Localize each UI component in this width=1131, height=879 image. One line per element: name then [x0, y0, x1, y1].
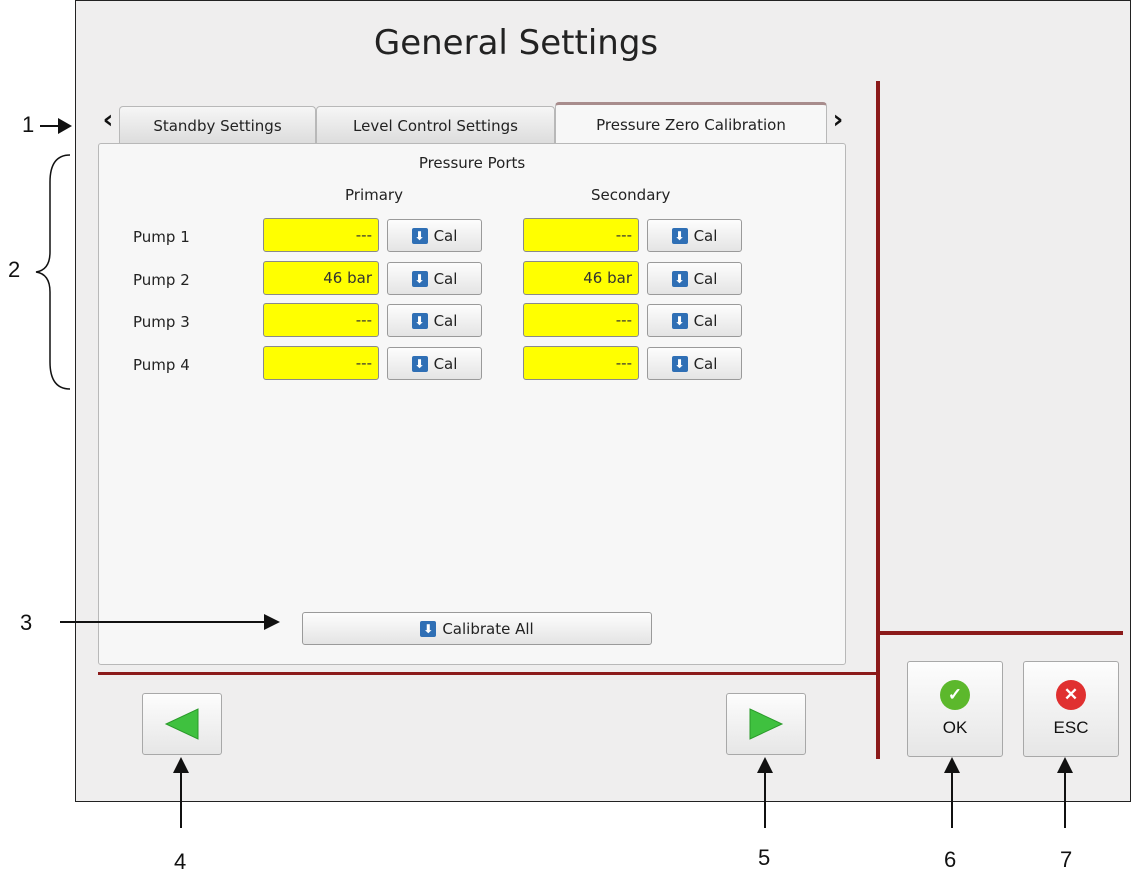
- vertical-divider: [876, 81, 880, 759]
- page-title: General Settings: [373, 23, 659, 63]
- download-icon: ⬇: [671, 312, 688, 329]
- callout-7-arrow-line: [1064, 770, 1066, 828]
- pump-3-primary-field[interactable]: ---: [263, 303, 379, 337]
- download-icon: ⬇: [411, 312, 428, 329]
- pump-1-label: Pump 1: [133, 228, 190, 246]
- tab-label: Standby Settings: [153, 116, 282, 135]
- callout-3-arrow-line: [60, 621, 265, 623]
- download-icon: ⬇: [411, 270, 428, 287]
- tab-level-control-settings[interactable]: Level Control Settings: [316, 106, 555, 144]
- tab-standby-settings[interactable]: Standby Settings: [119, 106, 316, 144]
- pump-2-primary-field[interactable]: 46 bar: [263, 261, 379, 295]
- pump-1-secondary-cal-button[interactable]: ⬇ Cal: [647, 219, 742, 252]
- cal-label: Cal: [693, 226, 718, 245]
- esc-button[interactable]: ✕ ESC: [1023, 661, 1119, 757]
- callout-6-arrow-line: [951, 770, 953, 828]
- download-icon: ⬇: [411, 227, 428, 244]
- secondary-column-header: Secondary: [591, 186, 671, 204]
- download-icon: ⬇: [671, 270, 688, 287]
- next-button[interactable]: [726, 693, 806, 755]
- cal-label: Cal: [693, 269, 718, 288]
- callout-7: 7: [1060, 847, 1073, 872]
- download-icon: ⬇: [420, 620, 437, 637]
- pump-2-secondary-field[interactable]: 46 bar: [523, 261, 639, 295]
- callout-1-arrowhead-icon: [58, 118, 72, 134]
- calibrate-all-button[interactable]: ⬇ Calibrate All: [302, 612, 652, 645]
- download-icon: ⬇: [411, 355, 428, 372]
- pump-1-secondary-field[interactable]: ---: [523, 218, 639, 252]
- arrow-right-icon: [749, 708, 784, 740]
- cal-label: Cal: [693, 354, 718, 373]
- pressure-zero-calibration-panel: Pressure Ports Primary Secondary Pump 1 …: [98, 143, 846, 665]
- pump-4-primary-cal-button[interactable]: ⬇ Cal: [387, 347, 482, 380]
- callout-4-arrow-line: [180, 770, 182, 828]
- checkmark-icon: ✓: [940, 680, 970, 710]
- cal-label: Cal: [433, 354, 458, 373]
- arrow-left-icon: [164, 708, 199, 740]
- right-panel-divider: [880, 631, 1123, 635]
- callout-5-arrow-line: [764, 770, 766, 828]
- callout-6: 6: [944, 847, 957, 872]
- pump-2-label: Pump 2: [133, 271, 190, 289]
- pump-4-secondary-field[interactable]: ---: [523, 346, 639, 380]
- tab-scroll-right-icon[interactable]: ›: [826, 105, 850, 135]
- tab-pressure-zero-calibration[interactable]: Pressure Zero Calibration: [555, 102, 827, 144]
- pump-4-secondary-cal-button[interactable]: ⬇ Cal: [647, 347, 742, 380]
- pump-4-primary-field[interactable]: ---: [263, 346, 379, 380]
- calibrate-all-label: Calibrate All: [442, 619, 534, 638]
- ok-label: OK: [942, 718, 968, 737]
- callout-4-arrowhead-icon: [173, 757, 189, 773]
- tab-label: Pressure Zero Calibration: [596, 115, 786, 134]
- cal-label: Cal: [433, 226, 458, 245]
- primary-column-header: Primary: [345, 186, 403, 204]
- callout-5: 5: [758, 845, 771, 870]
- bottom-divider: [98, 672, 878, 675]
- pump-3-secondary-field[interactable]: ---: [523, 303, 639, 337]
- esc-label: ESC: [1053, 718, 1089, 737]
- pump-1-primary-cal-button[interactable]: ⬇ Cal: [387, 219, 482, 252]
- ok-button[interactable]: ✓ OK: [907, 661, 1003, 757]
- pump-2-primary-cal-button[interactable]: ⬇ Cal: [387, 262, 482, 295]
- pump-4-label: Pump 4: [133, 356, 190, 374]
- previous-button[interactable]: [142, 693, 222, 755]
- pump-3-label: Pump 3: [133, 313, 190, 331]
- pump-3-secondary-cal-button[interactable]: ⬇ Cal: [647, 304, 742, 337]
- callout-6-arrowhead-icon: [944, 757, 960, 773]
- pump-2-secondary-cal-button[interactable]: ⬇ Cal: [647, 262, 742, 295]
- callout-3: 3: [20, 610, 33, 635]
- tab-scroll-left-icon[interactable]: ‹: [96, 105, 120, 135]
- callout-1: 1: [22, 112, 35, 137]
- pump-1-primary-field[interactable]: ---: [263, 218, 379, 252]
- cal-label: Cal: [693, 311, 718, 330]
- callout-2: 2: [8, 257, 21, 282]
- settings-window: General Settings ‹ Standby Settings Leve…: [75, 0, 1131, 802]
- pressure-ports-heading: Pressure Ports: [418, 154, 526, 172]
- callout-2-brace-icon: [35, 154, 71, 390]
- callout-4: 4: [174, 849, 187, 874]
- callout-5-arrowhead-icon: [757, 757, 773, 773]
- callout-1-arrow-line: [40, 125, 60, 127]
- download-icon: ⬇: [671, 355, 688, 372]
- callout-3-arrowhead-icon: [264, 614, 280, 630]
- tab-label: Level Control Settings: [353, 116, 518, 135]
- download-icon: ⬇: [671, 227, 688, 244]
- pump-3-primary-cal-button[interactable]: ⬇ Cal: [387, 304, 482, 337]
- cal-label: Cal: [433, 311, 458, 330]
- callout-7-arrowhead-icon: [1057, 757, 1073, 773]
- cal-label: Cal: [433, 269, 458, 288]
- close-icon: ✕: [1056, 680, 1086, 710]
